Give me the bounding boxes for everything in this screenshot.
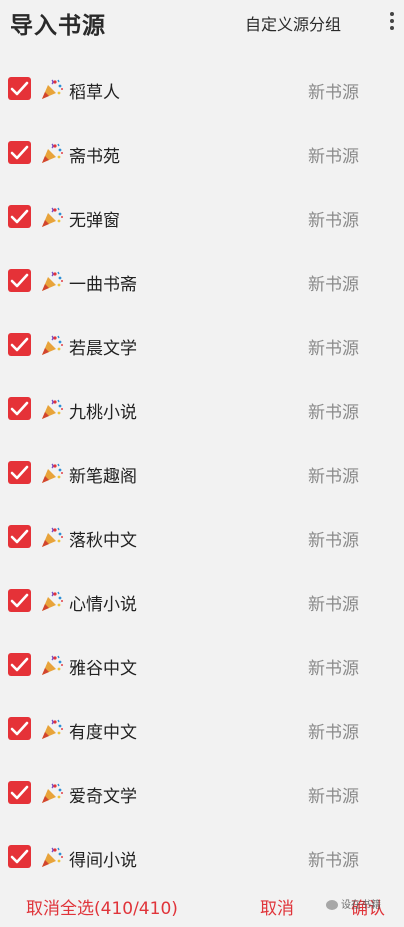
source-tag: 新书源 — [308, 403, 359, 423]
source-tag: 新书源 — [308, 851, 359, 871]
party-popper-icon — [40, 333, 64, 357]
party-popper-icon — [40, 397, 64, 421]
party-popper-icon — [40, 781, 64, 805]
item-checkbox[interactable] — [8, 397, 31, 420]
page-title: 导入书源 — [10, 13, 106, 39]
item-checkbox[interactable] — [8, 269, 31, 292]
source-name: 落秋中文 — [69, 531, 137, 551]
item-checkbox[interactable] — [8, 461, 31, 484]
more-vertical-icon[interactable] — [386, 10, 398, 34]
party-popper-icon — [40, 141, 64, 165]
list-item[interactable]: 落秋中文 新书源 — [0, 504, 404, 568]
source-name: 雅谷中文 — [69, 659, 137, 679]
item-checkbox[interactable] — [8, 141, 31, 164]
list-item[interactable]: 雅谷中文 新书源 — [0, 632, 404, 696]
source-tag: 新书源 — [308, 467, 359, 487]
source-tag: 新书源 — [308, 275, 359, 295]
source-name: 有度中文 — [69, 723, 137, 743]
list-item[interactable]: 稻草人 新书源 — [0, 56, 404, 120]
source-list: 稻草人 新书源 斋书苑 新书源 无弹窗 新书源 一曲书斋 新书源 若晨文学 新书源 九桃小说 新书源新… — [0, 56, 404, 888]
party-popper-icon — [40, 461, 64, 485]
source-name: 九桃小说 — [69, 403, 137, 423]
watermark-text: 设在书籍 — [341, 900, 381, 911]
source-tag: 新书源 — [308, 211, 359, 231]
watermark: 设在书籍 — [326, 896, 381, 911]
item-checkbox[interactable] — [8, 653, 31, 676]
source-name: 一曲书斋 — [69, 275, 137, 295]
source-tag: 新书源 — [308, 595, 359, 615]
custom-group-button[interactable]: 自定义源分组 — [245, 11, 341, 35]
party-popper-icon — [40, 269, 64, 293]
cancel-button[interactable]: 取消 — [260, 894, 294, 919]
item-checkbox[interactable] — [8, 845, 31, 868]
source-tag: 新书源 — [308, 339, 359, 359]
source-name: 无弹窗 — [69, 211, 120, 231]
list-item[interactable]: 爱奇文学 新书源 — [0, 760, 404, 824]
party-popper-icon — [40, 845, 64, 869]
list-item[interactable]: 得间小说 新书源 — [0, 824, 404, 888]
source-name: 稻草人 — [69, 83, 120, 103]
source-name: 若晨文学 — [69, 339, 137, 359]
source-tag: 新书源 — [308, 787, 359, 807]
item-checkbox[interactable] — [8, 77, 31, 100]
item-checkbox[interactable] — [8, 333, 31, 356]
list-item[interactable]: 九桃小说 新书源 — [0, 376, 404, 440]
item-checkbox[interactable] — [8, 781, 31, 804]
source-tag: 新书源 — [308, 531, 359, 551]
list-item[interactable]: 心情小说 新书源 — [0, 568, 404, 632]
wechat-icon — [326, 900, 338, 910]
list-item[interactable]: 新笔趣阁 新书源 — [0, 440, 404, 504]
list-item[interactable]: 无弹窗 新书源 — [0, 184, 404, 248]
party-popper-icon — [40, 77, 64, 101]
item-checkbox[interactable] — [8, 205, 31, 228]
source-name: 斋书苑 — [69, 147, 120, 167]
deselect-all-button[interactable]: 取消全选(410/410) — [26, 894, 178, 919]
item-checkbox[interactable] — [8, 589, 31, 612]
item-checkbox[interactable] — [8, 717, 31, 740]
source-name: 心情小说 — [69, 595, 137, 615]
party-popper-icon — [40, 525, 64, 549]
source-tag: 新书源 — [308, 723, 359, 743]
party-popper-icon — [40, 205, 64, 229]
list-item[interactable]: 有度中文 新书源 — [0, 696, 404, 760]
source-tag: 新书源 — [308, 83, 359, 103]
party-popper-icon — [40, 589, 64, 613]
list-item[interactable]: 斋书苑 新书源 — [0, 120, 404, 184]
source-name: 爱奇文学 — [69, 787, 137, 807]
source-name: 新笔趣阁 — [69, 467, 137, 487]
source-tag: 新书源 — [308, 659, 359, 679]
source-tag: 新书源 — [308, 147, 359, 167]
party-popper-icon — [40, 717, 64, 741]
item-checkbox[interactable] — [8, 525, 31, 548]
app-header: 导入书源 自定义源分组 — [0, 0, 404, 46]
source-name: 得间小说 — [69, 851, 137, 871]
list-item[interactable]: 若晨文学 新书源 — [0, 312, 404, 376]
list-item[interactable]: 一曲书斋 新书源 — [0, 248, 404, 312]
party-popper-icon — [40, 653, 64, 677]
